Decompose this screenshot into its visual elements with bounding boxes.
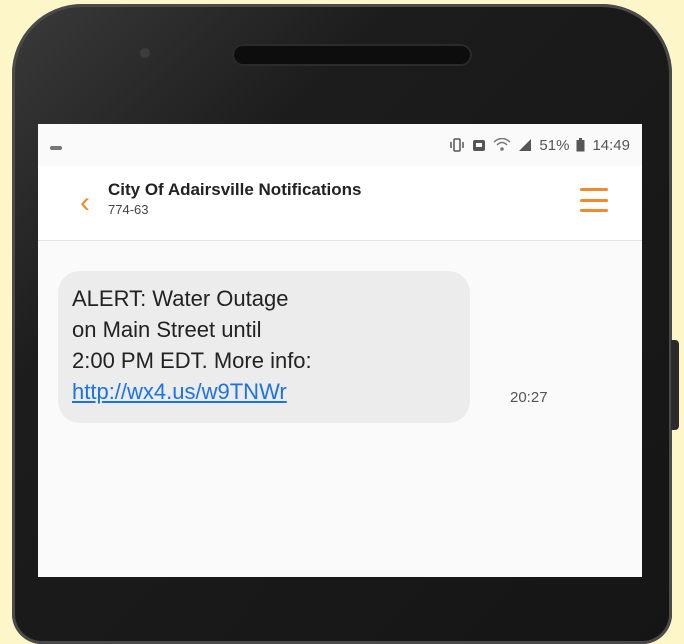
message-thread: ALERT: Water Outage on Main Street until… <box>38 241 642 423</box>
chevron-left-icon[interactable]: ‹ <box>80 188 108 218</box>
status-right: 51% 14:49 <box>449 137 630 154</box>
alarm-icon <box>473 140 486 151</box>
signal-icon <box>519 139 532 151</box>
conversation-title: City Of Adairsville Notifications <box>108 179 362 199</box>
vibrate-icon <box>450 138 465 152</box>
earpiece-speaker <box>232 44 472 66</box>
message-bubble[interactable]: ALERT: Water Outage on Main Street until… <box>58 271 470 423</box>
conversation-header: ‹ City Of Adairsville Notifications 774-… <box>38 166 642 241</box>
message-line-2: on Main Street until <box>72 317 262 342</box>
sender-number: 774-63 <box>108 201 149 217</box>
front-camera <box>140 48 150 58</box>
message-line-1: ALERT: Water Outage <box>72 286 289 311</box>
battery-icon <box>576 138 585 152</box>
wifi-icon <box>493 138 511 151</box>
side-button <box>671 340 679 430</box>
clock: 14:49 <box>592 136 630 154</box>
status-bar: 51% 14:49 <box>38 124 642 166</box>
message-link[interactable]: http://wx4.us/w9TNWr <box>72 379 287 404</box>
battery-percent: 51% <box>539 136 570 154</box>
message-line-3: 2:00 PM EDT. More info: <box>72 348 312 373</box>
notification-dash-icon <box>50 145 62 150</box>
conversation-titles: City Of Adairsville Notifications 774-63 <box>108 180 361 217</box>
message-timestamp: 20:27 <box>510 389 548 406</box>
phone-frame: 51% 14:49 ‹ City Of Adairsville Notifica… <box>12 4 672 644</box>
hamburger-menu-icon[interactable] <box>580 188 608 212</box>
status-left <box>50 137 449 154</box>
phone-screen: 51% 14:49 ‹ City Of Adairsville Notifica… <box>38 124 642 577</box>
